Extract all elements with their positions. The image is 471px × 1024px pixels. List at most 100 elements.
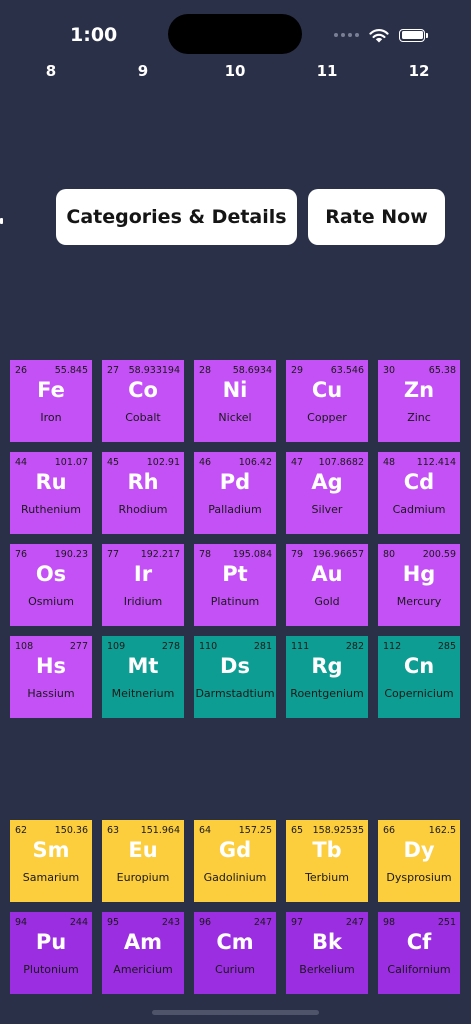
element-symbol: Ru [35,470,67,494]
element-symbol: Fe [37,378,65,402]
atomic-mass: 151.964 [140,825,180,836]
atomic-number: 66 [383,825,396,836]
status-time: 1:00 [70,24,118,46]
element-tile-ir[interactable]: 77 192.217 Ir Iridium [102,544,184,626]
element-tile-hs[interactable]: 108 277 Hs Hassium [10,636,92,718]
element-symbol: Cm [216,930,254,954]
element-name: Ruthenium [21,503,81,516]
element-symbol: Zn [403,378,435,402]
atomic-number: 108 [15,641,34,652]
element-symbol: Bk [312,930,342,954]
element-tile-bk[interactable]: 97 247 Bk Berkelium [286,912,368,994]
atomic-number: 44 [15,457,28,468]
element-tile-cd[interactable]: 48 112.414 Cd Cadmium [378,452,460,534]
element-tile-eu[interactable]: 63 151.964 Eu Europium [102,820,184,902]
element-tile-mt[interactable]: 109 278 Mt Meitnerium [102,636,184,718]
element-name: Samarium [22,871,80,884]
atomic-number: 80 [383,549,396,560]
element-symbol: Hg [402,562,436,586]
element-name: Meitnerium [111,687,175,700]
element-tile-au[interactable]: 79 196.96657 Au Gold [286,544,368,626]
element-tile-tb[interactable]: 65 158.92535 Tb Terbium [286,820,368,902]
dynamic-island [168,14,302,54]
battery-icon [399,28,428,42]
element-symbol: Ni [222,378,248,402]
element-name: Palladium [208,503,262,516]
element-name: Americium [113,963,173,976]
element-tile-pt[interactable]: 78 195.084 Pt Platinum [194,544,276,626]
home-indicator[interactable] [152,1010,319,1015]
atomic-mass: 102.91 [146,457,180,468]
atomic-mass: 150.36 [54,825,88,836]
element-symbol: Os [35,562,67,586]
element-tile-ds[interactable]: 110 281 Ds Darmstadtium [194,636,276,718]
element-name: Cadmium [392,503,446,516]
cellular-signal-icon [334,33,359,37]
atomic-mass: 196.96657 [312,549,364,560]
rate-now-button[interactable]: Rate Now [308,189,445,245]
element-name: Californium [387,963,451,976]
element-tile-cf[interactable]: 98 251 Cf Californium [378,912,460,994]
atomic-mass: 278 [161,641,180,652]
element-name: Plutonium [23,963,79,976]
atomic-number: 95 [107,917,120,928]
element-tile-ni[interactable]: 28 58.6934 Ni Nickel [194,360,276,442]
element-symbol: Co [128,378,158,402]
element-name: Iridium [123,595,163,608]
atomic-number: 97 [291,917,304,928]
element-name: Darmstadtium [195,687,275,700]
element-tile-rh[interactable]: 45 102.91 Rh Rhodium [102,452,184,534]
element-tile-cu[interactable]: 29 63.546 Cu Copper [286,360,368,442]
element-name: Hassium [27,687,75,700]
atomic-mass: 277 [69,641,88,652]
element-tile-ru[interactable]: 44 101.07 Ru Ruthenium [10,452,92,534]
element-tile-am[interactable]: 95 243 Am Americium [102,912,184,994]
element-tile-pu[interactable]: 94 244 Pu Plutonium [10,912,92,994]
element-tile-co[interactable]: 27 58.933194 Co Cobalt [102,360,184,442]
element-tile-gd[interactable]: 64 157.25 Gd Gadolinium [194,820,276,902]
atomic-mass: 247 [345,917,364,928]
element-tile-sm[interactable]: 62 150.36 Sm Samarium [10,820,92,902]
atomic-number: 96 [199,917,212,928]
element-name: Copernicium [384,687,454,700]
atomic-mass: 58.933194 [128,365,180,376]
element-name: Mercury [396,595,442,608]
atomic-number: 48 [383,457,396,468]
element-tile-pd[interactable]: 46 106.42 Pd Palladium [194,452,276,534]
element-tile-os[interactable]: 76 190.23 Os Osmium [10,544,92,626]
atomic-mass: 281 [253,641,272,652]
element-tile-dy[interactable]: 66 162.5 Dy Dysprosium [378,820,460,902]
element-symbol: Pu [35,930,67,954]
atomic-number: 30 [383,365,396,376]
element-tile-ag[interactable]: 47 107.8682 Ag Silver [286,452,368,534]
element-symbol: Am [123,930,163,954]
element-tile-zn[interactable]: 30 65.38 Zn Zinc [378,360,460,442]
element-symbol: Cu [311,378,343,402]
element-name: Europium [116,871,170,884]
atomic-number: 63 [107,825,120,836]
group-number: 8 [45,62,57,80]
atomic-number: 110 [199,641,218,652]
atomic-number: 78 [199,549,212,560]
element-name: Cobalt [125,411,161,424]
element-tile-hg[interactable]: 80 200.59 Hg Mercury [378,544,460,626]
element-name: Dysprosium [386,871,452,884]
element-tile-rg[interactable]: 111 282 Rg Roentgenium [286,636,368,718]
element-name: Rhodium [118,503,168,516]
atomic-mass: 192.217 [140,549,180,560]
atomic-number: 111 [291,641,310,652]
element-tile-cm[interactable]: 96 247 Cm Curium [194,912,276,994]
atomic-mass: 157.25 [238,825,272,836]
element-symbol: Cd [403,470,435,494]
group-number: 9 [137,62,149,80]
categories-details-button[interactable]: Categories & Details [56,189,297,245]
atomic-number: 47 [291,457,304,468]
status-indicators [334,26,428,44]
element-symbol: Sm [32,838,70,862]
element-name: Copper [307,411,347,424]
element-tile-cn[interactable]: 112 285 Cn Copernicium [378,636,460,718]
atomic-number: 27 [107,365,120,376]
atomic-number: 65 [291,825,304,836]
atomic-number: 46 [199,457,212,468]
element-tile-fe[interactable]: 26 55.845 Fe Iron [10,360,92,442]
